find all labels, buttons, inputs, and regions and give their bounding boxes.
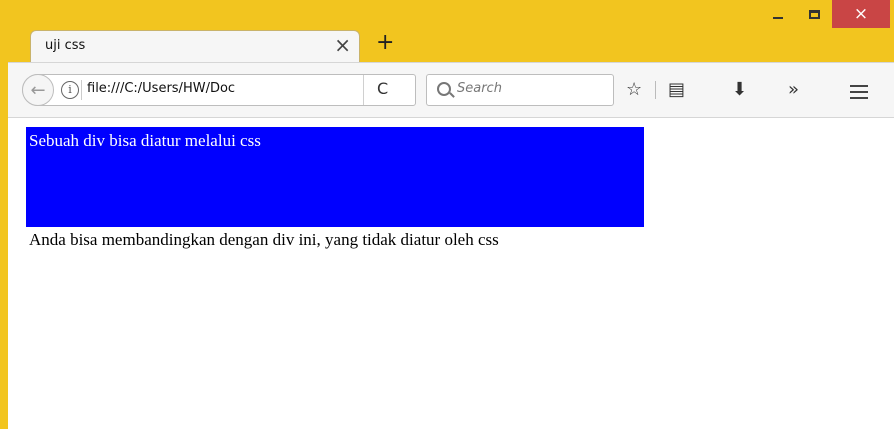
reload-separator <box>363 75 364 105</box>
tab-title: uji css <box>45 38 86 53</box>
styled-div-text: Sebuah div bisa diatur melalui css <box>29 131 261 150</box>
search-placeholder: Search <box>457 81 502 96</box>
maximize-button[interactable] <box>796 0 832 28</box>
minimize-icon <box>773 17 783 19</box>
browser-tab[interactable]: uji css × <box>30 30 360 62</box>
styled-div: Sebuah div bisa diatur melalui css <box>26 127 644 227</box>
reload-icon[interactable]: C <box>377 79 388 98</box>
window-controls: × <box>760 0 890 28</box>
bookmark-star-icon[interactable]: ☆ <box>626 79 642 101</box>
toolbar-separator <box>655 81 656 99</box>
page-content: Sebuah div bisa diatur melalui css Anda … <box>8 118 894 429</box>
url-text[interactable]: file:///C:/Users/HW/Doc <box>87 81 347 96</box>
hamburger-menu-icon[interactable] <box>850 85 868 99</box>
title-bar: uji css × + × <box>0 0 894 62</box>
back-button[interactable]: ← <box>22 74 54 106</box>
url-separator <box>81 80 82 100</box>
close-window-button[interactable]: × <box>832 0 890 28</box>
tab-close-icon[interactable]: × <box>334 34 351 56</box>
new-tab-button[interactable]: + <box>376 30 394 56</box>
search-box[interactable]: Search <box>426 74 614 106</box>
address-bar[interactable]: ← i file:///C:/Users/HW/Doc C <box>22 74 416 106</box>
reading-list-icon[interactable]: ▤ <box>668 79 685 101</box>
download-icon[interactable]: ⬇ <box>732 79 747 101</box>
maximize-icon <box>808 9 820 19</box>
info-icon[interactable]: i <box>61 81 79 99</box>
search-icon <box>437 82 451 96</box>
navigation-toolbar: ← i file:///C:/Users/HW/Doc C Search ☆ ▤… <box>8 62 894 118</box>
overflow-icon[interactable]: » <box>788 79 799 101</box>
minimize-button[interactable] <box>760 0 796 28</box>
browser-window: uji css × + × ← i file:///C:/Users/HW/Do… <box>0 0 894 429</box>
plain-div-text: Anda bisa membandingkan dengan div ini, … <box>29 230 499 249</box>
